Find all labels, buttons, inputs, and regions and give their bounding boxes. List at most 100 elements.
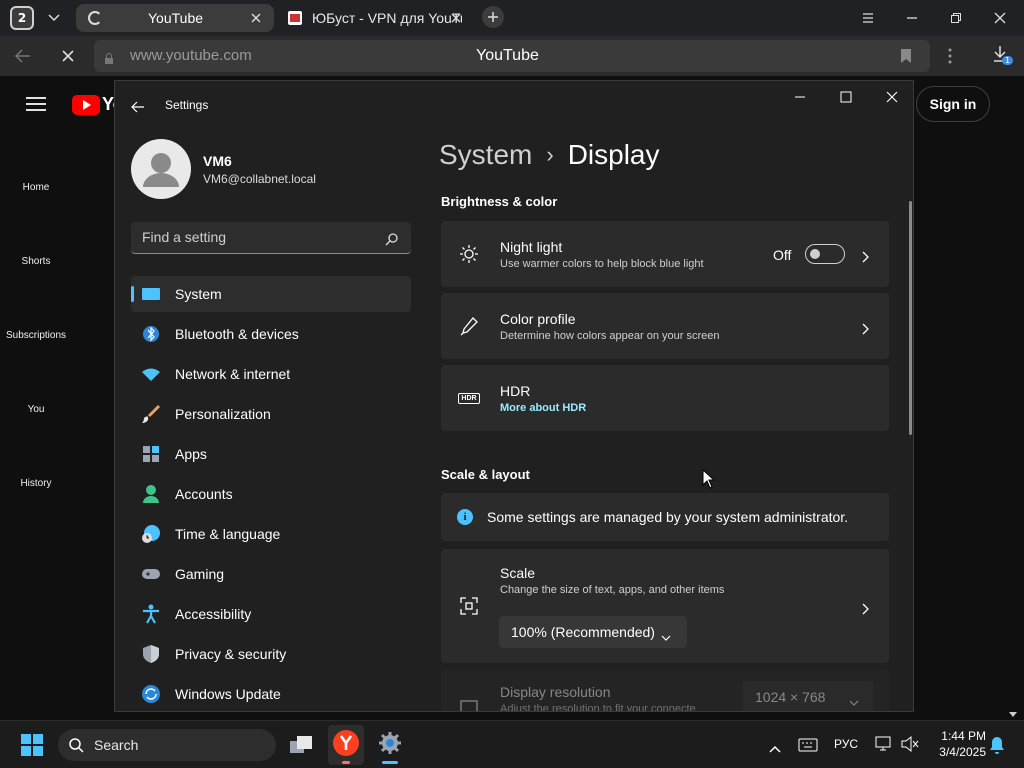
settings-close-icon[interactable] [885,89,899,103]
gamepad-icon [141,564,161,584]
user-name: VM6 [203,153,232,169]
yt-nav-shorts[interactable]: Shorts [0,256,72,267]
scale-card[interactable]: Scale Change the size of text, apps, and… [441,549,889,663]
settings-nav-windows-update[interactable]: Windows Update [131,676,411,711]
settings-nav-gaming[interactable]: Gaming [131,556,411,592]
browser-menu-icon[interactable] [858,8,878,28]
keyboard-icon[interactable] [798,737,818,752]
tab-youtube[interactable]: YouTube [76,4,274,32]
settings-nav-network[interactable]: Network & internet [131,356,411,392]
settings-nav-accessibility[interactable]: Accessibility [131,596,411,632]
mouse-cursor-icon [702,468,716,489]
accessibility-icon [141,604,161,624]
night-light-card[interactable]: Night light Use warmer colors to help bl… [441,221,889,287]
tab-count-label: 2 [17,11,27,25]
night-light-icon [457,242,481,266]
tab-close-icon[interactable] [248,10,264,26]
scale-dropdown[interactable]: 100% (Recommended) [499,616,687,648]
avatar[interactable] [131,139,191,199]
hdr-card[interactable]: HDR HDR More about HDR [441,365,889,431]
settings-maximize-icon[interactable] [839,89,853,103]
tab-close-icon[interactable] [448,10,464,26]
settings-scrollbar[interactable] [909,201,912,435]
display-resolution-title: Display resolution [500,684,611,700]
color-profile-subtitle: Determine how colors appear on your scre… [500,330,720,342]
new-tab-plus-icon[interactable] [482,6,504,28]
settings-minimize-icon[interactable] [793,89,807,103]
hdr-more-link[interactable]: More about HDR [500,402,586,414]
network-icon[interactable] [874,735,894,753]
yandex-logo-icon [333,730,359,756]
task-view-icon[interactable] [288,733,314,757]
settings-nav-privacy[interactable]: Privacy & security [131,636,411,672]
clock-date: 3/4/2025 [939,745,986,759]
hdr-badge-text: HDR [458,392,480,404]
input-language[interactable]: РУС [834,737,858,751]
notification-bell-icon[interactable] [988,735,1006,755]
breadcrumb-parent[interactable]: System [439,139,532,171]
yandex-browser-taskbar-icon[interactable] [328,725,364,765]
taskbar-search[interactable]: Search [58,729,276,761]
running-indicator [342,761,350,764]
windows-start-icon[interactable] [20,733,44,757]
settings-nav-apps[interactable]: Apps [131,436,411,472]
minimize-icon[interactable] [902,8,922,28]
settings-search-input[interactable]: Find a setting [131,222,411,254]
tab-yubust[interactable]: ЮБуст - VPN для YouTube [278,4,474,32]
user-email: VM6@collabnet.local [203,172,316,186]
yt-nav-label: Shorts [21,256,51,267]
yt-nav-label: History [20,478,52,489]
selection-indicator [131,286,134,302]
nav-label: Bluetooth & devices [175,326,299,342]
settings-nav-accounts[interactable]: Accounts [131,476,411,512]
tab-list-chevron-icon[interactable] [44,8,64,28]
section-brightness-color: Brightness & color [441,194,558,209]
chevron-right-icon [859,600,871,615]
back-arrow-icon[interactable] [14,48,32,64]
yt-nav-history[interactable]: History [0,478,72,489]
tab-count-button[interactable]: 2 [10,6,34,30]
hamburger-menu-icon[interactable] [26,96,46,112]
stop-loading-icon[interactable] [60,48,76,64]
yt-nav-you[interactable]: You [0,404,72,415]
bookmark-icon[interactable] [900,48,912,64]
bluetooth-icon [141,324,161,344]
color-profile-card[interactable]: Color profile Determine how colors appea… [441,293,889,359]
sign-in-button[interactable]: Sign in [916,86,990,122]
taskbar: Search РУС 1:44 PM 3/4/2025 [0,720,1024,768]
settings-nav-personalization[interactable]: Personalization [131,396,411,432]
settings-nav-time-language[interactable]: Time & language [131,516,411,552]
url-field[interactable]: www.youtube.com YouTube [94,40,930,72]
breadcrumb: System › Display [439,139,660,171]
shield-icon [141,644,161,664]
scale-value: 100% (Recommended) [511,624,655,640]
breadcrumb-separator-icon: › [546,142,554,167]
settings-nav-system[interactable]: System [131,276,411,312]
scale-subtitle: Change the size of text, apps, and other… [500,584,725,596]
loading-spinner-icon [88,11,102,25]
yt-nav-subscriptions[interactable]: Subscriptions [0,330,72,341]
tray-overflow-chevron-icon[interactable] [768,739,782,753]
hdr-title: HDR [500,383,531,399]
nav-label: Gaming [175,566,225,582]
clock[interactable]: 1:44 PM 3/4/2025 [930,729,986,759]
settings-back-icon[interactable] [131,98,145,113]
nav-label: Time & language [175,526,281,542]
night-light-toggle[interactable] [805,244,845,264]
page-title: Display [567,139,660,170]
close-window-icon[interactable] [990,8,1010,28]
settings-nav-bluetooth[interactable]: Bluetooth & devices [131,316,411,352]
chevron-down-icon [849,692,859,706]
display-resolution-card: Display resolution Adjust the resolution… [441,669,889,711]
settings-taskbar-icon[interactable] [372,725,408,765]
scroll-down-icon[interactable] [1008,704,1018,717]
active-indicator [382,761,398,764]
yt-nav-label: You [27,404,45,415]
more-vert-icon[interactable] [946,46,954,66]
volume-muted-icon[interactable] [900,735,920,753]
resolution-value: 1024 × 768 [755,689,826,705]
restore-icon[interactable] [946,8,966,28]
yt-nav-home[interactable]: Home [0,182,72,193]
download-icon[interactable]: 1 [992,44,1014,68]
update-icon [141,684,161,704]
